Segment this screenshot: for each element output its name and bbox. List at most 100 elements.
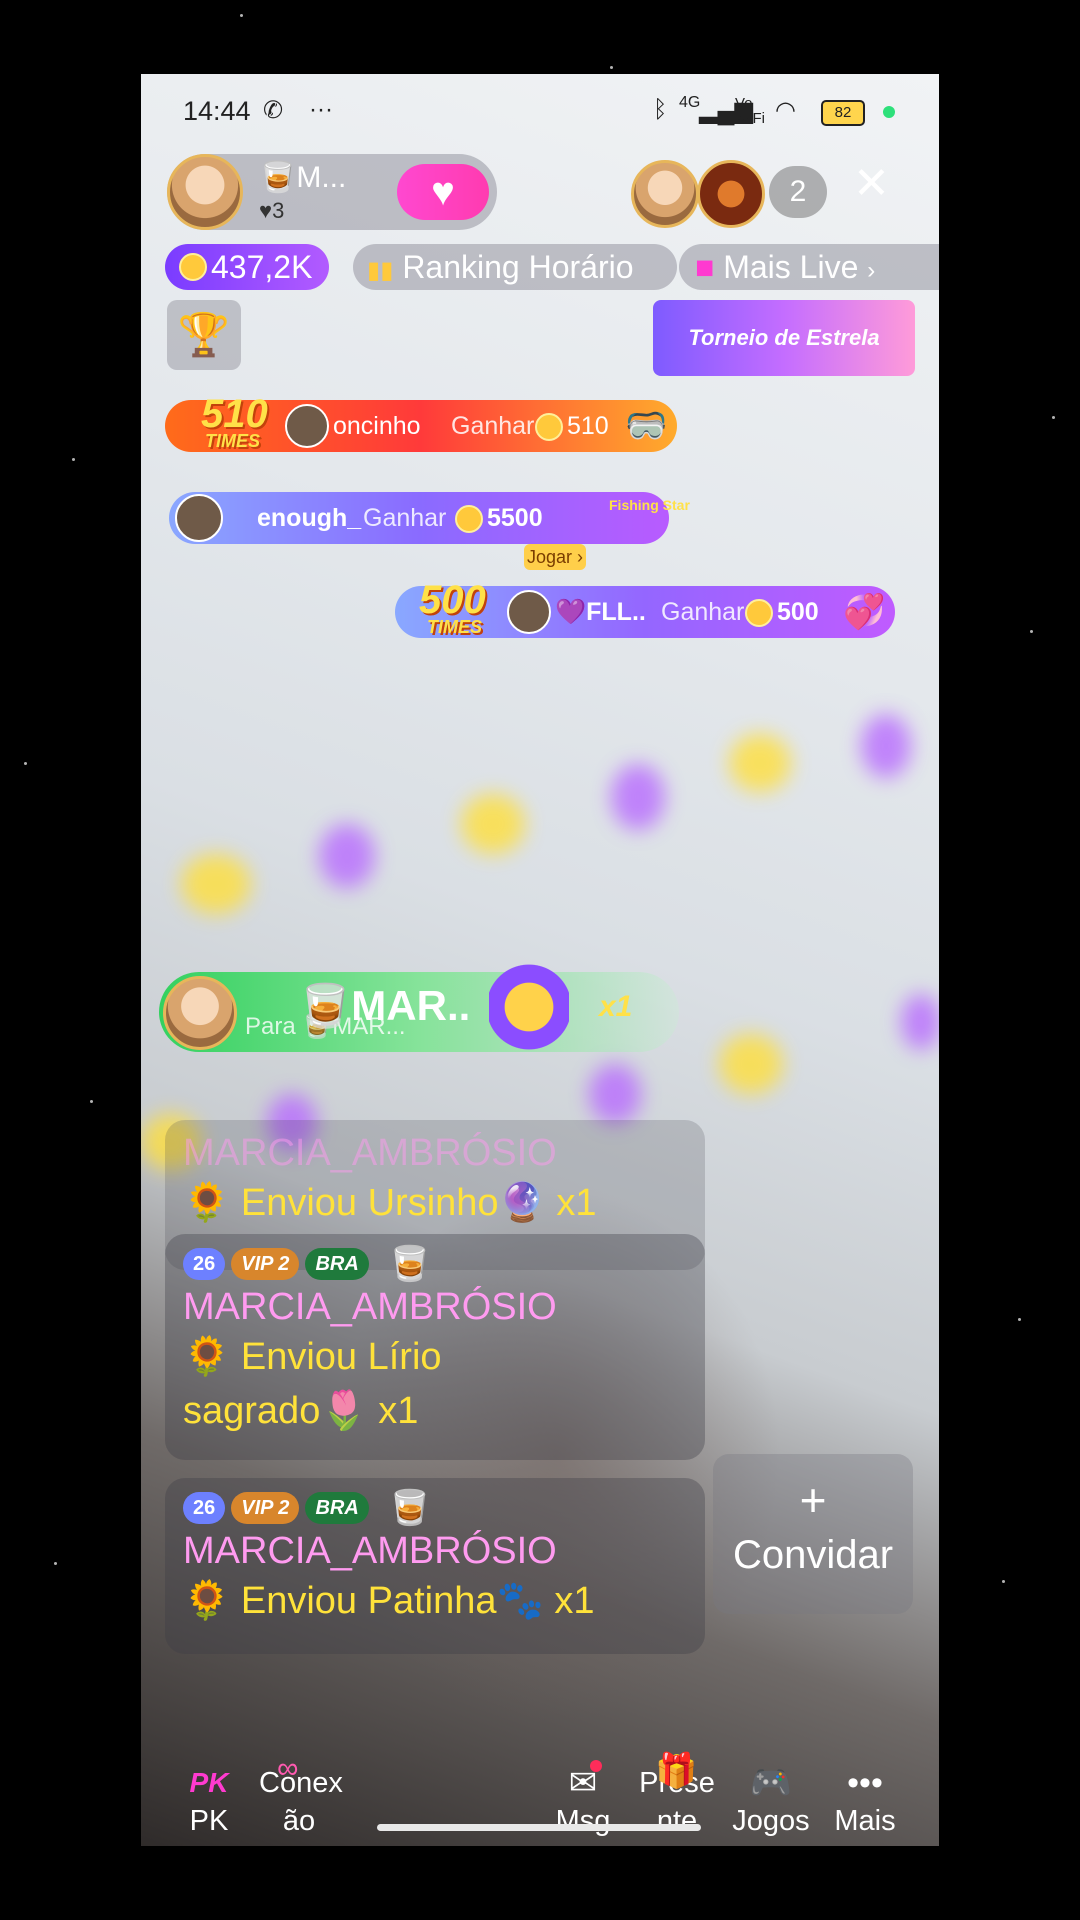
cup-icon: 🥃	[388, 1489, 432, 1527]
vip-badge: VIP 2	[231, 1492, 300, 1524]
nav-mais[interactable]: ••• Mais	[817, 1764, 913, 1840]
love-icon: 💞	[843, 593, 886, 631]
user-avatar	[507, 590, 551, 634]
jogar-button[interactable]: Jogar ›	[524, 544, 586, 570]
more-dots-icon: •••	[847, 1764, 883, 1802]
banner-amount: 510	[567, 412, 609, 440]
gamepad-icon: 🎮	[749, 1764, 793, 1802]
country-badge: BRA	[305, 1248, 369, 1280]
user-avatar	[163, 976, 237, 1050]
bluetooth-icon: ᛒ	[653, 96, 668, 123]
nav-conexao[interactable]: ∞ Conex ão	[249, 1752, 349, 1840]
plus-icon: +	[799, 1474, 827, 1526]
star-decoration	[54, 1562, 57, 1565]
country-badge: BRA	[305, 1492, 369, 1524]
host-likes: ♥3	[259, 198, 285, 223]
nav-pk[interactable]: PK PK	[161, 1764, 257, 1840]
star-decoration	[1030, 630, 1033, 633]
nav-label: PK	[189, 1805, 229, 1837]
user-badges: 26 VIP 2 BRA 🥃	[183, 1488, 705, 1528]
chat-text: 🌻 Enviou Ursinho🔮 x1	[183, 1182, 597, 1224]
host-name: 🥃M...	[259, 161, 347, 194]
banner-user: oncinho	[333, 412, 421, 440]
carriage-gift-icon	[489, 962, 569, 1052]
star-decoration	[1002, 1580, 1005, 1583]
coins-pill[interactable]: 437,2K	[165, 244, 329, 290]
coin-icon	[535, 413, 563, 441]
network-label: 4G	[679, 94, 701, 111]
coins-value: 437,2K	[211, 249, 313, 285]
banner-action: Ganhar	[661, 598, 745, 626]
banner-action: Ganhar	[451, 412, 535, 440]
invite-label: Convidar	[732, 1533, 894, 1577]
host-card[interactable]: 🥃M... ♥3 ♥	[167, 154, 497, 230]
live-stream-screen[interactable]: 14:44 ✆ ··· ᛒ 4G ▂▄▆ Vo WiFi ◠ 82 🥃M... …	[141, 74, 939, 1846]
star-decoration	[24, 762, 27, 765]
whatsapp-icon: ✆	[263, 97, 284, 124]
nav-label: Msg	[555, 1805, 611, 1837]
nav-jogos[interactable]: 🎮 Jogos	[723, 1764, 819, 1840]
ranking-button[interactable]: ▮▮ Ranking Horário	[353, 244, 677, 290]
star-decoration	[1052, 416, 1055, 419]
coin-icon	[179, 253, 207, 281]
entry-count: x1	[599, 990, 633, 1023]
times-count: 510	[201, 392, 268, 436]
entry-banner: Para 🥃MAR... 🥃MAR.. x1	[159, 962, 679, 1052]
follow-heart-button[interactable]: ♥	[397, 164, 489, 220]
nav-label: Conex ão	[259, 1767, 343, 1837]
entry-name: 🥃MAR..	[299, 982, 471, 1029]
viewer-avatar[interactable]	[631, 160, 699, 228]
chat-text: 🌻 Enviou Patinha🐾 x1	[183, 1580, 595, 1622]
battery-icon: 82	[821, 100, 865, 126]
video-icon: ■	[695, 249, 715, 285]
mais-live-label: Mais Live	[723, 249, 859, 285]
gift-banner[interactable]: 500 TIMES 💜FLL.. Ganhar 500 💞	[395, 580, 895, 638]
wifi-icon: ◠	[775, 97, 796, 124]
viewer-count[interactable]: 2	[769, 166, 827, 218]
home-indicator[interactable]	[377, 1824, 701, 1831]
gift-icon: 🎁	[655, 1752, 698, 1790]
coin-icon	[455, 505, 483, 533]
viewer-avatar[interactable]	[697, 160, 765, 228]
close-icon[interactable]: ✕	[853, 158, 890, 209]
banner-user: enough_	[257, 504, 362, 532]
nav-label: Jogos	[732, 1805, 810, 1837]
gift-banner[interactable]: enough_ Ganhar 5500 Fishing Star	[169, 492, 690, 544]
mais-live-button[interactable]: ■ Mais Live ›	[679, 244, 939, 290]
user-badges: 26 VIP 2 BRA 🥃	[183, 1244, 705, 1284]
star-decoration	[72, 458, 75, 461]
vip-badge: VIP 2	[231, 1248, 300, 1280]
recording-indicator	[883, 106, 895, 118]
level-badge: 26	[183, 1248, 226, 1280]
invite-button[interactable]: + Convidar	[713, 1454, 913, 1614]
host-avatar[interactable]	[167, 154, 243, 230]
clock: 14:44	[183, 96, 251, 126]
trophy-icon[interactable]: 🏆	[167, 300, 241, 370]
user-avatar	[175, 494, 223, 542]
times-label: TIMES	[427, 617, 483, 637]
heart-icon: ♥	[431, 170, 455, 214]
chat-message[interactable]: 26 VIP 2 BRA 🥃 MARCIA_AMBRÓSIO 🌻 Enviou Lír…	[165, 1234, 705, 1460]
coin-icon	[745, 599, 773, 627]
link-icon: ∞	[277, 1752, 299, 1785]
chat-username: MARCIA_AMBRÓSIO	[183, 1530, 557, 1572]
level-badge: 26	[183, 1492, 226, 1524]
chat-message[interactable]: 26 VIP 2 BRA 🥃 MARCIA_AMBRÓSIO 🌻 Enviou Pat…	[165, 1478, 705, 1654]
chat-username: MARCIA_AMBRÓSIO	[183, 1132, 557, 1174]
star-decoration	[610, 66, 613, 69]
gift-banner[interactable]: 510 TIMES oncinho Ganhar 510 🥽	[165, 394, 677, 452]
times-label: TIMES	[205, 431, 261, 451]
vowifi-label: Vo WiFi	[735, 95, 765, 127]
banner-amount: 500	[777, 598, 819, 626]
banner-amount: 5500	[487, 504, 543, 532]
ranking-label: Ranking Horário	[402, 249, 634, 285]
pk-icon: PK	[189, 1767, 229, 1798]
star-decoration	[90, 1100, 93, 1103]
torneio-banner[interactable]: Torneio de Estrela	[653, 300, 915, 376]
nav-label: Mais	[834, 1805, 896, 1837]
star-decoration	[1018, 1318, 1021, 1321]
fishing-star-game: Fishing Star	[609, 497, 690, 513]
notification-dot	[590, 1760, 602, 1772]
game-icon: 🥽	[625, 407, 668, 445]
chat-text: 🌻 Enviou Lírio sagrado🌷 x1	[183, 1336, 442, 1432]
